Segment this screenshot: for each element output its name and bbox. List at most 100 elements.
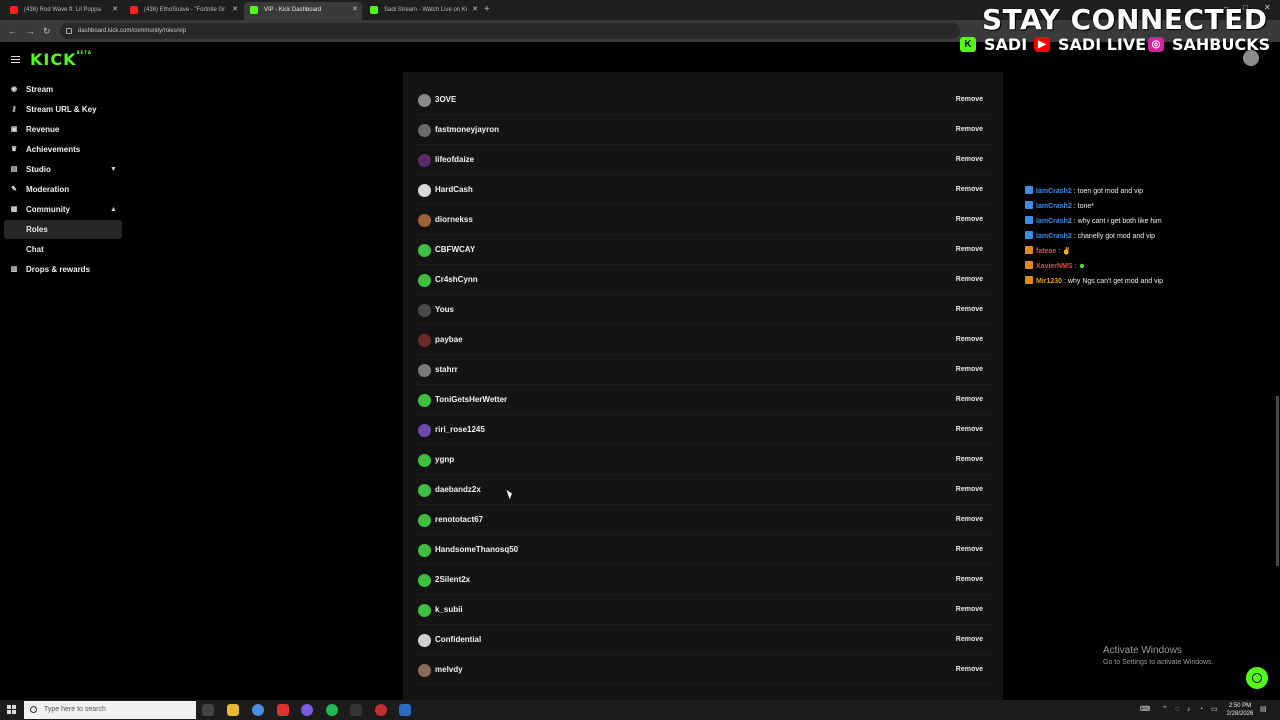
- browser-tab[interactable]: Sadi Stream - Watch Live on Ki ✕: [364, 2, 482, 20]
- sidebar-item-stream-url-key[interactable]: ⚷ Stream URL & Key: [0, 100, 130, 120]
- vip-username[interactable]: HandsomeThanosq50: [435, 543, 518, 557]
- new-tab-icon[interactable]: +: [484, 4, 490, 16]
- windows-start-icon[interactable]: [7, 705, 17, 715]
- avatar[interactable]: [418, 124, 431, 137]
- sidebar-item-community[interactable]: ▦ Community ▲: [0, 200, 130, 220]
- remove-vip-button[interactable]: Remove: [956, 603, 983, 617]
- spotify-icon[interactable]: [326, 704, 338, 716]
- remove-vip-button[interactable]: Remove: [956, 273, 983, 287]
- vip-username[interactable]: daebandz2x: [435, 483, 481, 497]
- file-explorer-icon[interactable]: [227, 704, 239, 716]
- battery-icon[interactable]: ▭: [1211, 705, 1218, 715]
- vip-username[interactable]: CBFWCAY: [435, 243, 475, 257]
- forward-icon[interactable]: →: [26, 25, 35, 37]
- sidebar-item-studio[interactable]: ▤ Studio ▼: [0, 160, 130, 180]
- app-icon[interactable]: [399, 704, 411, 716]
- vip-username[interactable]: 3OVE: [435, 93, 456, 107]
- vip-username[interactable]: ToniGetsHerWetter: [435, 393, 507, 407]
- close-tab-icon[interactable]: ✕: [112, 2, 118, 18]
- vip-username[interactable]: Confidential: [435, 633, 481, 647]
- taskbar-clock[interactable]: 2:50 PM 2/28/2026: [1222, 702, 1258, 718]
- vip-username[interactable]: Yous: [435, 303, 454, 317]
- remove-vip-button[interactable]: Remove: [956, 573, 983, 587]
- remove-vip-button[interactable]: Remove: [956, 363, 983, 377]
- avatar[interactable]: [418, 544, 431, 557]
- close-tab-icon[interactable]: ✕: [352, 2, 358, 18]
- url-field[interactable]: dashboard.kick.com/community/roles/vip: [60, 23, 960, 39]
- sidebar-subitem-chat[interactable]: Chat: [4, 240, 122, 259]
- sidebar-item-achievements[interactable]: ♛ Achievements: [0, 140, 130, 160]
- back-icon[interactable]: ←: [8, 25, 17, 37]
- remove-vip-button[interactable]: Remove: [956, 423, 983, 437]
- taskbar-search-input[interactable]: Type here to search: [24, 701, 196, 719]
- remove-vip-button[interactable]: Remove: [956, 483, 983, 497]
- browser-tab[interactable]: (436) EthoSuave - "Fortnite Gr ✕: [124, 2, 242, 20]
- remove-vip-button[interactable]: Remove: [956, 213, 983, 227]
- avatar[interactable]: [418, 394, 431, 407]
- obs-icon[interactable]: [375, 704, 387, 716]
- vip-username[interactable]: k_subii: [435, 603, 463, 617]
- avatar[interactable]: [418, 304, 431, 317]
- vip-username[interactable]: melvdy: [435, 663, 463, 677]
- sidebar-subitem-roles[interactable]: Roles: [4, 220, 122, 239]
- reload-icon[interactable]: ↻: [43, 25, 51, 37]
- avatar[interactable]: [418, 244, 431, 257]
- remove-vip-button[interactable]: Remove: [956, 123, 983, 137]
- chevron-up-icon[interactable]: ⌃: [1162, 705, 1168, 715]
- remove-vip-button[interactable]: Remove: [956, 663, 983, 677]
- remove-vip-button[interactable]: Remove: [956, 393, 983, 407]
- support-chat-button[interactable]: [1246, 667, 1268, 689]
- remove-vip-button[interactable]: Remove: [956, 633, 983, 647]
- remove-vip-button[interactable]: Remove: [956, 333, 983, 347]
- discord-icon[interactable]: [301, 704, 313, 716]
- avatar[interactable]: [418, 154, 431, 167]
- avatar[interactable]: [418, 94, 431, 107]
- browser-tab-active[interactable]: VIP - Kick Dashboard ✕: [244, 2, 362, 20]
- vip-username[interactable]: riri_rose1245: [435, 423, 485, 437]
- avatar[interactable]: [1243, 50, 1259, 66]
- avatar[interactable]: [418, 514, 431, 527]
- avatar[interactable]: [418, 454, 431, 467]
- volume-icon[interactable]: ♪: [1187, 705, 1191, 715]
- remove-vip-button[interactable]: Remove: [956, 513, 983, 527]
- avatar[interactable]: [418, 634, 431, 647]
- chrome-icon[interactable]: [252, 704, 264, 716]
- browser-tab[interactable]: (436) Rod Wave ft. Lil Poppa ✕: [4, 2, 122, 20]
- notifications-icon[interactable]: ▤: [1260, 705, 1267, 715]
- menu-icon[interactable]: [11, 56, 20, 63]
- kick-logo[interactable]: KICKBETA: [30, 50, 92, 69]
- close-tab-icon[interactable]: ✕: [232, 2, 238, 18]
- remove-vip-button[interactable]: Remove: [956, 453, 983, 467]
- network-icon[interactable]: ◌: [1175, 705, 1179, 715]
- vip-username[interactable]: fastmoneyjayron: [435, 123, 499, 137]
- task-view-icon[interactable]: [202, 704, 214, 716]
- vip-username[interactable]: stahrr: [435, 363, 458, 377]
- remove-vip-button[interactable]: Remove: [956, 153, 983, 167]
- remove-vip-button[interactable]: Remove: [956, 243, 983, 257]
- avatar[interactable]: [418, 184, 431, 197]
- avatar[interactable]: [418, 334, 431, 347]
- avatar[interactable]: [418, 574, 431, 587]
- remove-vip-button[interactable]: Remove: [956, 303, 983, 317]
- avatar[interactable]: [418, 604, 431, 617]
- close-tab-icon[interactable]: ✕: [472, 2, 478, 18]
- remove-vip-button[interactable]: Remove: [956, 183, 983, 197]
- avatar[interactable]: [418, 484, 431, 497]
- remove-vip-button[interactable]: Remove: [956, 543, 983, 557]
- sidebar-item-moderation[interactable]: ✎ Moderation: [0, 180, 130, 200]
- sidebar-item-stream[interactable]: ◉ Stream: [0, 80, 130, 100]
- avatar[interactable]: [418, 424, 431, 437]
- app-icon[interactable]: [350, 704, 362, 716]
- avatar[interactable]: [418, 214, 431, 227]
- vip-username[interactable]: lifeofdaize: [435, 153, 474, 167]
- avatar[interactable]: [418, 364, 431, 377]
- remove-vip-button[interactable]: Remove: [956, 93, 983, 107]
- sidebar-item-drops-rewards[interactable]: ▥ Drops & rewards: [0, 260, 130, 280]
- vip-username[interactable]: Cr4shCynn: [435, 273, 478, 287]
- vip-username[interactable]: diornekss: [435, 213, 473, 227]
- vip-username[interactable]: ygnp: [435, 453, 454, 467]
- vip-username[interactable]: 2Silent2x: [435, 573, 470, 587]
- page-scrollbar[interactable]: [1276, 396, 1279, 566]
- adobe-icon[interactable]: [277, 704, 289, 716]
- vip-username[interactable]: HardCash: [435, 183, 473, 197]
